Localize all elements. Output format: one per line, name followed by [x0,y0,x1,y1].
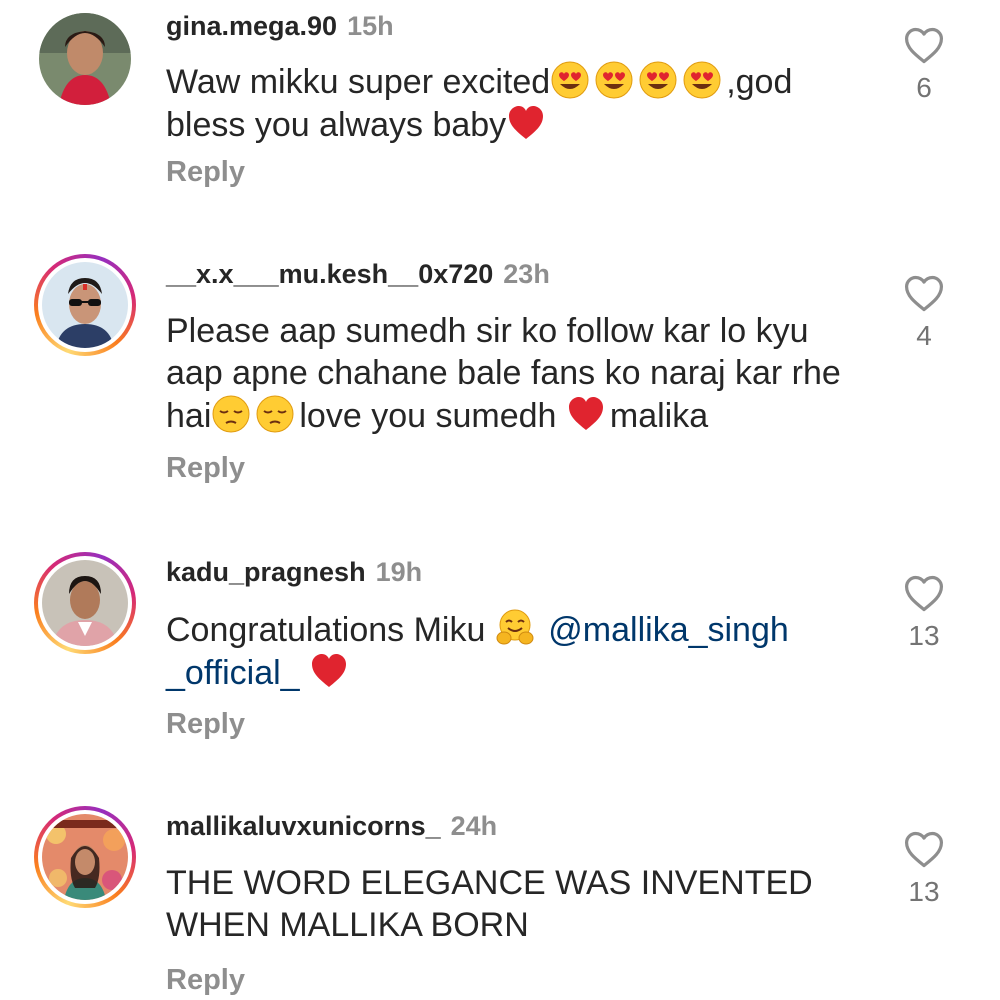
avatar[interactable] [34,254,136,356]
comment-text: Please aap sumedh sir ko follow kar lo k… [166,310,856,437]
pensive-face-emoji [211,394,251,434]
like-control: 4 [896,272,952,352]
like-control: 13 [896,828,952,908]
comment-text-part: Waw mikku super excited [166,63,551,101]
red-heart-emoji [309,651,349,691]
reply-button[interactable]: Reply [166,452,245,485]
comment-text-part: THE WORD ELEGANCE WAS INVENTED WHEN MALL… [166,864,813,944]
heart-outline-icon[interactable] [896,572,952,616]
hugging-face-emoji [495,608,535,648]
comment-text-part: Congratulations Miku [166,611,495,649]
pensive-face-emoji [255,394,295,434]
like-count: 4 [916,320,932,351]
heart-outline-icon[interactable] [896,272,952,316]
comment-meta: mallikaluvxunicorns_ 24h [166,810,497,842]
heart-eyes-emoji [594,60,634,100]
comment: kadu_pragnesh 19h Congratulations Miku @m… [0,552,1000,752]
username[interactable]: gina.mega.90 [166,11,337,41]
username[interactable]: mallikaluvxunicorns_ [166,811,441,841]
red-heart-emoji [566,394,606,434]
red-heart-emoji [506,103,546,143]
comment: __x.x___mu.kesh__0x720 23h Please aap sum… [0,254,1000,494]
comment-text-part: malika [609,397,709,435]
comment-meta: kadu_pragnesh 19h [166,556,422,588]
comment-text-part: love you sumedh [299,397,566,435]
comment-meta: __x.x___mu.kesh__0x720 23h [166,258,550,290]
like-control: 6 [896,24,952,104]
like-count: 13 [908,620,940,651]
avatar[interactable] [34,8,136,110]
comment-meta: gina.mega.90 15h [166,10,394,42]
heart-eyes-emoji [682,60,722,100]
timestamp: 24h [450,811,498,841]
reply-button[interactable]: Reply [166,156,245,189]
heart-eyes-emoji [638,60,678,100]
like-control: 13 [896,572,952,652]
username[interactable]: kadu_pragnesh [166,557,366,587]
heart-eyes-emoji [550,60,590,100]
heart-outline-icon[interactable] [896,828,952,872]
reply-button[interactable]: Reply [166,708,245,741]
avatar[interactable] [34,552,136,654]
avatar[interactable] [34,806,136,908]
reply-button[interactable]: Reply [166,964,245,997]
comment-text: THE WORD ELEGANCE WAS INVENTED WHEN MALL… [166,862,856,946]
comment-text: Waw mikku super excited ,god bless you al… [166,60,856,146]
like-count: 13 [908,876,940,907]
timestamp: 19h [375,557,423,587]
timestamp: 23h [503,259,550,289]
heart-outline-icon[interactable] [896,24,952,68]
comment: mallikaluvxunicorns_ 24h THE WORD ELEGANC… [0,806,1000,1000]
comment: gina.mega.90 15h Waw mikku super excited,… [0,6,1000,206]
comment-text: Congratulations Miku @mallika_singh _off… [166,608,856,694]
timestamp: 15h [347,11,394,41]
like-count: 6 [916,72,932,103]
username[interactable]: __x.x___mu.kesh__0x720 [166,259,493,289]
